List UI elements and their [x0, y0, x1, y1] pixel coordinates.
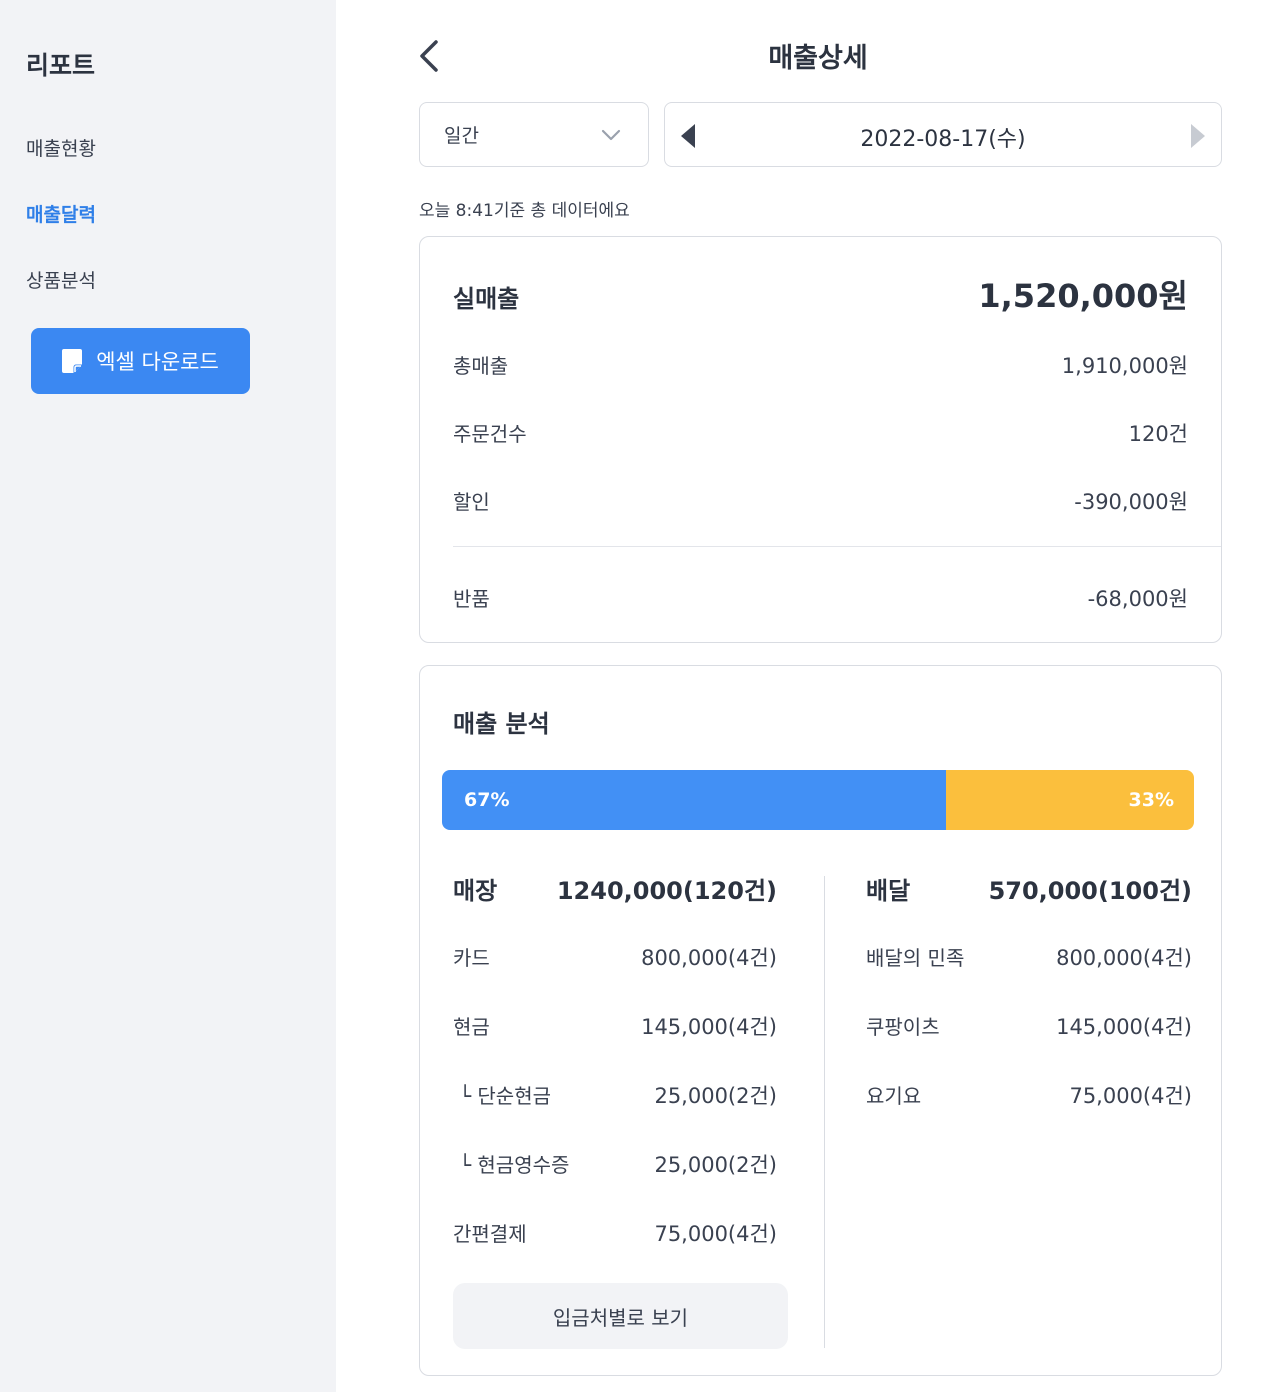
summary-row: 주문건수 120건	[453, 418, 1188, 448]
net-sales-label: 실매출	[453, 285, 520, 313]
summary-row: 할인 -390,000원	[453, 486, 1188, 516]
store-row-label: 카드	[453, 946, 490, 970]
sidebar-item-sales-status[interactable]: 매출현황	[26, 134, 96, 161]
summary-row-label: 할인	[453, 490, 490, 514]
delivery-row-label: 요기요	[866, 1084, 922, 1108]
summary-row-value: -390,000원	[1074, 490, 1188, 514]
sidebar-item-sales-calendar[interactable]: 매출달력	[26, 200, 96, 227]
sales-ratio-bar: 67% 33%	[442, 770, 1194, 830]
store-row-value: 800,000(4건)	[641, 946, 777, 970]
period-select[interactable]: 일간	[419, 102, 649, 167]
store-total-row: 매장 1240,000(120건)	[453, 871, 777, 906]
store-row-label: └ 단순현금	[459, 1084, 551, 1108]
store-row-value: 75,000(4건)	[654, 1222, 777, 1246]
delivery-ratio-segment: 33%	[945, 770, 1194, 830]
delivery-ratio-label: 33%	[1128, 789, 1174, 811]
returns-row: 반품 -68,000원	[453, 583, 1188, 613]
store-label: 매장	[453, 877, 498, 905]
delivery-row-value: 75,000(4건)	[1069, 1084, 1192, 1108]
excel-download-label: 엑셀 다운로드	[96, 350, 219, 374]
chevron-down-icon	[600, 125, 622, 150]
store-row: 간편결제 75,000(4건)	[453, 1218, 777, 1248]
delivery-row: 요기요 75,000(4건)	[866, 1080, 1192, 1110]
column-divider	[824, 876, 825, 1348]
summary-row-label: 주문건수	[453, 422, 527, 446]
period-select-value: 일간	[444, 125, 479, 147]
summary-row-value: 120건	[1128, 422, 1188, 446]
store-row-value: 25,000(2건)	[654, 1084, 777, 1108]
next-date-icon[interactable]	[1187, 123, 1207, 149]
view-by-deposit-button[interactable]: 입금처별로 보기	[453, 1283, 788, 1349]
summary-row-value: 1,910,000원	[1061, 354, 1188, 378]
store-ratio-segment: 67%	[442, 770, 946, 830]
delivery-row-label: 쿠팡이츠	[866, 1015, 940, 1039]
store-total: 1240,000(120건)	[556, 877, 777, 905]
delivery-row: 배달의 민족 800,000(4건)	[866, 942, 1192, 972]
document-icon	[62, 349, 83, 373]
delivery-total: 570,000(100건)	[988, 877, 1192, 905]
net-sales-value: 1,520,000원	[978, 277, 1188, 315]
sidebar: 리포트 매출현황 매출달력 상품분석 엑셀 다운로드	[0, 0, 336, 1392]
summary-row: 총매출 1,910,000원	[453, 350, 1188, 380]
store-row-value: 145,000(4건)	[641, 1015, 777, 1039]
store-row-label: 현금	[453, 1015, 490, 1039]
store-row: 카드 800,000(4건)	[453, 942, 777, 972]
store-ratio-label: 67%	[464, 789, 510, 811]
analysis-title: 매출 분석	[453, 710, 550, 738]
store-row: └ 단순현금 25,000(2건)	[453, 1080, 777, 1110]
store-row-label: └ 현금영수증	[459, 1153, 570, 1177]
delivery-label: 배달	[866, 877, 911, 905]
excel-download-button[interactable]: 엑셀 다운로드	[31, 328, 250, 394]
delivery-breakdown: 배달 570,000(100건) 배달의 민족 800,000(4건) 쿠팡이츠…	[866, 871, 1192, 1351]
delivery-row-value: 145,000(4건)	[1056, 1015, 1192, 1039]
store-row: 현금 145,000(4건)	[453, 1011, 777, 1041]
store-breakdown: 매장 1240,000(120건) 카드 800,000(4건) 현금 145,…	[453, 871, 777, 1351]
returns-value: -68,000원	[1087, 587, 1188, 611]
store-row-value: 25,000(2건)	[654, 1153, 777, 1177]
delivery-total-row: 배달 570,000(100건)	[866, 871, 1192, 906]
data-timestamp-notice: 오늘 8:41기준 총 데이터에요	[419, 201, 630, 221]
delivery-row: 쿠팡이츠 145,000(4건)	[866, 1011, 1192, 1041]
sidebar-item-product-analysis[interactable]: 상품분석	[26, 266, 96, 293]
sidebar-title: 리포트	[26, 51, 96, 80]
returns-label: 반품	[453, 587, 490, 611]
page-title: 매출상세	[768, 43, 868, 74]
date-navigator: 2022-08-17(수)	[664, 102, 1222, 167]
summary-divider	[453, 546, 1221, 547]
delivery-row-label: 배달의 민족	[866, 946, 965, 970]
current-date: 2022-08-17(수)	[860, 127, 1026, 152]
summary-row-label: 총매출	[453, 354, 509, 378]
delivery-row-value: 800,000(4건)	[1056, 946, 1192, 970]
store-row-label: 간편결제	[453, 1222, 527, 1246]
main-content: 매출상세 일간 2022-08-17(수) 오늘 8:41기준 총 데이터에요 …	[336, 0, 1268, 1392]
net-sales-row: 실매출 1,520,000원	[453, 271, 1188, 317]
sales-analysis-card: 매출 분석 67% 33% 매장 1240,000(120건) 카드 800,0…	[419, 665, 1222, 1376]
sales-summary-card: 실매출 1,520,000원 총매출 1,910,000원 주문건수 120건 …	[419, 236, 1222, 643]
store-row: └ 현금영수증 25,000(2건)	[453, 1149, 777, 1179]
